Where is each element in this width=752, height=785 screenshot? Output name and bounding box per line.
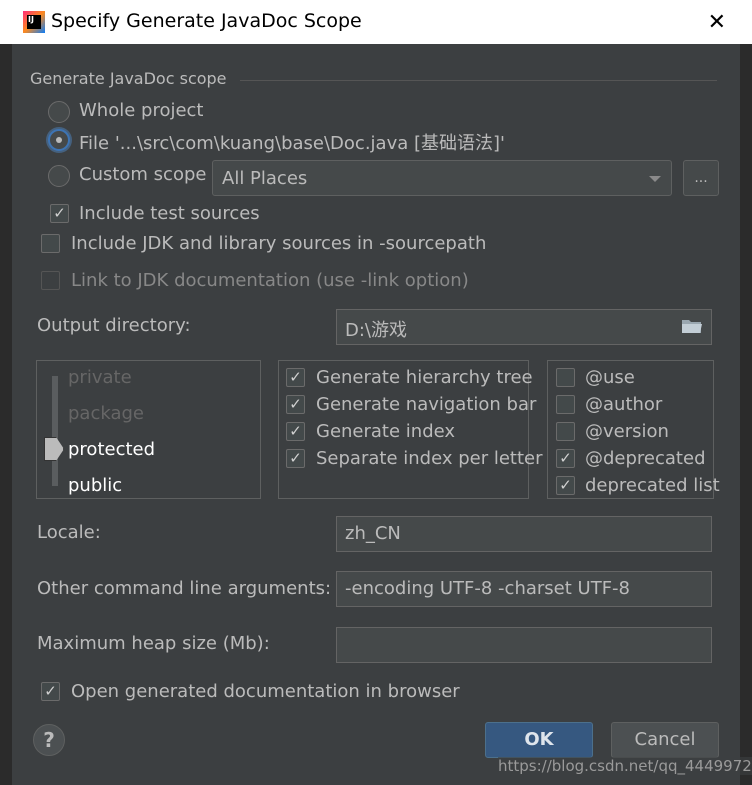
deprecated-tag-label[interactable]: @deprecated	[585, 448, 706, 469]
use-tag-label[interactable]: @use	[585, 367, 635, 388]
include-jdk-checkbox[interactable]	[41, 234, 60, 253]
output-directory-value: D:\游戏	[345, 320, 407, 341]
intellij-logo-icon: IJ	[23, 11, 45, 33]
visibility-panel: private package protected public	[36, 360, 261, 499]
output-directory-field[interactable]: D:\游戏	[336, 309, 712, 345]
custom-scope-value: All Places	[222, 168, 308, 189]
locale-label: Locale:	[37, 522, 101, 543]
other-args-field[interactable]: -encoding UTF-8 -charset UTF-8	[336, 571, 712, 607]
locale-value: zh_CN	[345, 523, 401, 544]
heap-size-field[interactable]	[336, 627, 712, 663]
open-browser-checkbox[interactable]: ✓	[41, 682, 60, 701]
hierarchy-label[interactable]: Generate hierarchy tree	[316, 367, 533, 388]
custom-scope-combo[interactable]: All Places	[212, 160, 672, 196]
navigation-label[interactable]: Generate navigation bar	[316, 394, 536, 415]
deprecated-list-label[interactable]: deprecated list	[585, 475, 720, 496]
whole-project-label[interactable]: Whole project	[79, 100, 204, 121]
title-bar: IJ Specify Generate JavaDoc Scope ✕	[0, 0, 752, 44]
visibility-slider-track[interactable]	[52, 376, 58, 486]
deprecated-tag-checkbox[interactable]: ✓	[556, 449, 575, 468]
help-button[interactable]: ?	[33, 724, 65, 756]
whole-project-radio[interactable]	[48, 101, 70, 123]
index-label[interactable]: Generate index	[316, 421, 455, 442]
other-args-label: Other command line arguments:	[37, 578, 332, 599]
browse-scope-button[interactable]: ...	[683, 160, 719, 196]
folder-icon[interactable]	[681, 318, 703, 334]
hierarchy-checkbox[interactable]: ✓	[286, 368, 305, 387]
visibility-package[interactable]: package	[68, 403, 144, 424]
scope-group-title: Generate JavaDoc scope	[30, 69, 227, 88]
author-tag-label[interactable]: @author	[585, 394, 662, 415]
watermark-text: https://blog.csdn.net/qq_44499722	[498, 757, 752, 775]
heap-size-label: Maximum heap size (Mb):	[37, 633, 270, 654]
dialog: Generate JavaDoc scope Whole project Fil…	[12, 44, 740, 785]
visibility-private[interactable]: private	[68, 367, 132, 388]
include-jdk-label[interactable]: Include JDK and library sources in -sour…	[71, 233, 486, 254]
version-tag-checkbox[interactable]	[556, 422, 575, 441]
file-label[interactable]: File '...\src\com\kuang\base\Doc.java [基…	[79, 129, 505, 155]
cancel-button[interactable]: Cancel	[611, 722, 719, 758]
link-jdk-checkbox[interactable]	[41, 271, 60, 290]
navigation-checkbox[interactable]: ✓	[286, 395, 305, 414]
version-tag-label[interactable]: @version	[585, 421, 669, 442]
editor-background-left	[0, 44, 12, 785]
author-tag-checkbox[interactable]	[556, 395, 575, 414]
chevron-down-icon	[649, 176, 661, 182]
editor-background-right	[740, 44, 752, 785]
file-radio[interactable]	[48, 129, 70, 151]
other-args-value: -encoding UTF-8 -charset UTF-8	[345, 578, 630, 599]
custom-scope-radio[interactable]	[48, 165, 70, 187]
include-test-sources-label[interactable]: Include test sources	[79, 203, 260, 224]
index-checkbox[interactable]: ✓	[286, 422, 305, 441]
link-jdk-label: Link to JDK documentation (use -link opt…	[71, 270, 469, 291]
visibility-slider-thumb[interactable]	[44, 437, 64, 461]
group-divider	[240, 80, 717, 81]
output-directory-label: Output directory:	[37, 315, 191, 336]
separate-index-checkbox[interactable]: ✓	[286, 449, 305, 468]
deprecated-list-checkbox[interactable]: ✓	[556, 476, 575, 495]
use-tag-checkbox[interactable]	[556, 368, 575, 387]
locale-field[interactable]: zh_CN	[336, 516, 712, 552]
visibility-protected[interactable]: protected	[68, 439, 155, 460]
separate-index-label[interactable]: Separate index per letter	[316, 448, 543, 469]
open-browser-label[interactable]: Open generated documentation in browser	[71, 681, 460, 702]
close-icon[interactable]: ✕	[708, 10, 726, 35]
window-title: Specify Generate JavaDoc Scope	[51, 10, 362, 32]
include-test-sources-checkbox[interactable]: ✓	[50, 204, 69, 223]
visibility-public[interactable]: public	[68, 475, 122, 496]
generate-options-panel: ✓ Generate hierarchy tree ✓ Generate nav…	[278, 360, 543, 499]
ok-button[interactable]: OK	[485, 722, 593, 758]
custom-scope-label[interactable]: Custom scope	[79, 164, 206, 185]
tags-panel: @use @author @version ✓ @deprecated ✓ de…	[547, 360, 720, 499]
